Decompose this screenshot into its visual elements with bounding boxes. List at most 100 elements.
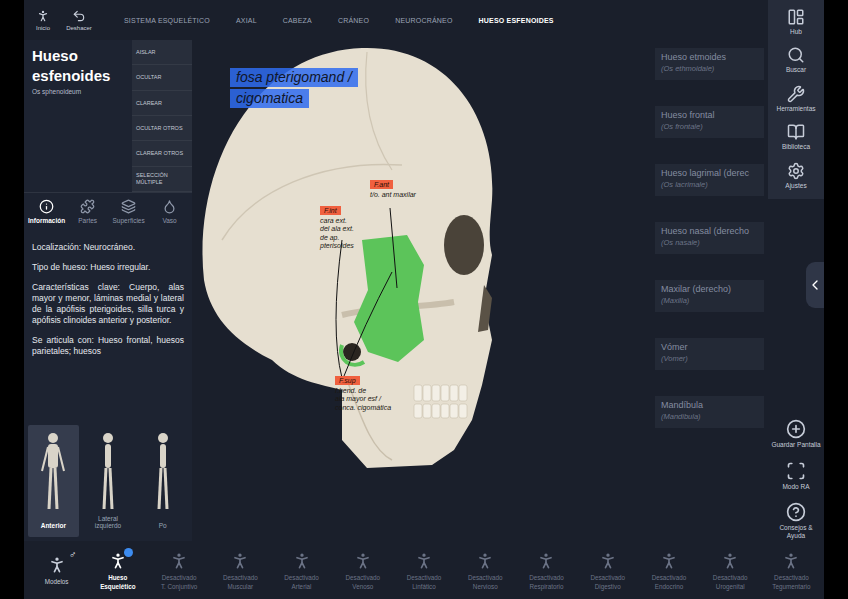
annotation-note: F.intcara ext.del ala ext.de ap.pterisoi…: [320, 206, 354, 251]
action-item[interactable]: CLAREAR: [132, 91, 192, 116]
system-item[interactable]: DesactivadoNervioso: [455, 550, 516, 590]
skeleton-thumbnail-icon: [38, 431, 68, 511]
body-icon: [781, 551, 801, 571]
system-item[interactable]: DesactivadoMuscular: [210, 550, 271, 590]
top-bar: Inicio Deshacer SISTEMA ESQUELÉTICO AXIAL CA…: [24, 0, 768, 40]
vessel-icon: [162, 199, 177, 214]
action-item[interactable]: CLAREAR OTROS: [132, 141, 192, 166]
related-item[interactable]: Hueso nasal (derecho(Os nasale): [655, 222, 764, 254]
body-icon: [292, 551, 312, 571]
related-structures: Hueso etmoides(Os ethmoidale) Hueso front…: [652, 40, 768, 541]
side-tool-button[interactable]: Modo RA: [768, 461, 824, 490]
system-icon-wrap: [167, 550, 191, 572]
tool-button[interactable]: Biblioteca: [768, 123, 824, 150]
body-icon: [659, 551, 679, 571]
search-icon: [787, 46, 805, 64]
body-icon: [230, 551, 250, 571]
related-item[interactable]: Hueso lagrimal (derec(Os lacrimale): [655, 164, 764, 196]
system-icon-wrap: ♂: [45, 554, 69, 576]
undo-icon: [72, 9, 86, 23]
structure-panel: Hueso esfenoidesOs sphenoideumAISLAROCUL…: [24, 40, 192, 541]
wrench-icon: [787, 85, 805, 103]
model-canvas[interactable]: fosa pterigomand /cigomaticaF.antt/o. an…: [192, 40, 652, 541]
system-item[interactable]: DesactivadoArterial: [271, 550, 332, 590]
breadcrumb-item[interactable]: NEUROCRÁNEO: [395, 17, 452, 24]
side-tools: Guardar Pantalla Modo RA Consejos & Ayuda: [768, 419, 824, 539]
skeleton-thumbnail-icon: [93, 431, 123, 511]
info-text: Localización: Neurocráneo.Tipo de hueso:…: [24, 232, 192, 366]
related-item[interactable]: Maxilar (derecho)(Maxilla): [655, 280, 764, 312]
system-icon-wrap: [718, 550, 742, 572]
info-icon: [39, 199, 54, 214]
system-icon-wrap: [534, 550, 558, 572]
related-item[interactable]: Hueso frontal(Os frontale): [655, 106, 764, 138]
skull-model[interactable]: [192, 40, 652, 541]
breadcrumb-item[interactable]: CABEZA: [283, 17, 312, 24]
scan-icon: [786, 461, 806, 481]
side-tool-button[interactable]: Guardar Pantalla: [768, 419, 824, 448]
side-tool-button[interactable]: Consejos & Ayuda: [768, 502, 824, 539]
undo-button[interactable]: Deshacer: [66, 9, 92, 31]
tool-button[interactable]: Hub: [768, 8, 824, 35]
related-item[interactable]: Hueso etmoides(Os ethmoidale): [655, 48, 764, 80]
breadcrumb-item[interactable]: SISTEMA ESQUELÉTICO: [124, 17, 210, 24]
system-icon-wrap: [290, 550, 314, 572]
body-icon: [47, 555, 67, 575]
system-item[interactable]: DesactivadoDigestivo: [577, 550, 638, 590]
info-tabs: InformaciónPartesSuperficiesVaso: [24, 192, 192, 232]
hub-icon: [787, 8, 805, 26]
help-icon: [786, 502, 806, 522]
system-item[interactable]: HuesoEsquelético: [87, 550, 148, 590]
body-icon: [536, 551, 556, 571]
system-bar: ♂ModelosHuesoEsqueléticoDesactivadoT. Co…: [24, 541, 824, 599]
related-item[interactable]: Mandíbula(Mandibula): [655, 396, 764, 428]
info-tab[interactable]: Superficies: [110, 199, 147, 224]
system-item[interactable]: DesactivadoVenoso: [332, 550, 393, 590]
book-icon: [787, 123, 805, 141]
system-item[interactable]: ♂Modelos: [26, 554, 87, 585]
gear-icon: [787, 162, 805, 180]
related-item[interactable]: Vómer(Vomer): [655, 338, 764, 370]
info-tab[interactable]: Información: [28, 199, 65, 224]
structure-header: Hueso esfenoidesOs sphenoideumAISLAROCUL…: [24, 40, 192, 192]
action-item[interactable]: OCULTAR OTROS: [132, 116, 192, 141]
panel-handle[interactable]: [806, 262, 824, 308]
info-tab[interactable]: Partes: [69, 199, 106, 224]
system-icon-wrap: [596, 550, 620, 572]
tool-button[interactable]: Buscar: [768, 46, 824, 73]
breadcrumb-item[interactable]: CRÁNEO: [338, 17, 369, 24]
system-icon-wrap: [473, 550, 497, 572]
breadcrumb-item[interactable]: HUESO ESFENOIDES: [479, 17, 554, 24]
system-item[interactable]: DesactivadoTegumentario: [761, 550, 822, 590]
system-item[interactable]: DesactivadoT. Conjuntivo: [148, 550, 209, 590]
system-icon-wrap: [657, 550, 681, 572]
home-button[interactable]: Inicio: [30, 9, 56, 31]
view-thumbnail[interactable]: Po: [137, 425, 188, 537]
system-icon-wrap: [351, 550, 375, 572]
info-tab[interactable]: Vaso: [151, 199, 188, 224]
system-item[interactable]: DesactivadoRespiratorio: [516, 550, 577, 590]
action-item[interactable]: AISLAR: [132, 40, 192, 65]
app-root: Inicio Deshacer SISTEMA ESQUELÉTICO AXIAL CA…: [0, 0, 848, 599]
gender-toggle[interactable]: ♂: [69, 549, 77, 561]
app-frame: Inicio Deshacer SISTEMA ESQUELÉTICO AXIAL CA…: [24, 0, 824, 599]
tool-button[interactable]: Ajustes: [768, 162, 824, 189]
breadcrumb-item[interactable]: AXIAL: [236, 17, 257, 24]
view-thumbnail[interactable]: Anterior: [28, 425, 79, 537]
body-icon: [169, 551, 189, 571]
tool-button[interactable]: Herramientas: [768, 85, 824, 112]
system-item[interactable]: DesactivadoEndocrino: [638, 550, 699, 590]
view-thumbnails: AnteriorLateral izquierdoPo: [24, 425, 192, 541]
person-icon: [36, 9, 50, 23]
view-thumbnail[interactable]: Lateral izquierdo: [83, 425, 134, 537]
breadcrumbs: SISTEMA ESQUELÉTICO AXIAL CABEZA CRÁNEO NEUR…: [124, 17, 554, 24]
puzzle-icon: [80, 199, 95, 214]
layers-icon: [121, 199, 136, 214]
action-item[interactable]: OCULTAR: [132, 65, 192, 90]
chevron-left-icon: [807, 277, 823, 293]
system-icon-wrap: [228, 550, 252, 572]
system-item[interactable]: DesactivadoLinfático: [393, 550, 454, 590]
system-item[interactable]: DesactivadoUrogenital: [700, 550, 761, 590]
body-icon: [720, 551, 740, 571]
action-item[interactable]: SELECCIÓN MÚLTIPLE: [132, 167, 192, 192]
